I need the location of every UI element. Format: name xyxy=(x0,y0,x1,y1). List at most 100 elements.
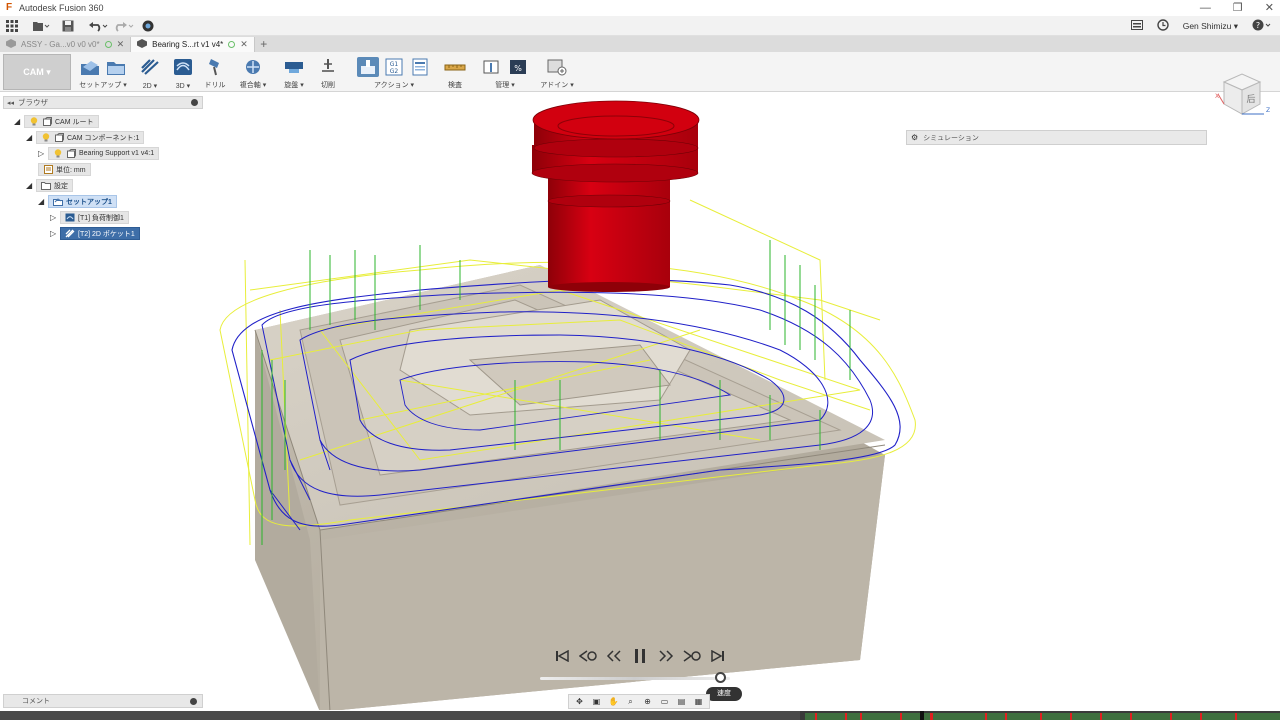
expand-triangle-icon[interactable]: ▷ xyxy=(50,229,60,238)
skip-to-start-icon[interactable] xyxy=(552,646,572,666)
tree-node-operation-t2[interactable]: [T2] 2D ポケット1 xyxy=(60,227,140,240)
collapse-panel-icon[interactable]: ◂◂ xyxy=(7,99,14,107)
step-forward-icon[interactable] xyxy=(656,646,676,666)
next-operation-icon[interactable] xyxy=(682,646,702,666)
user-account-menu[interactable]: Gen Shimizu ▾ xyxy=(1183,21,1238,32)
multi-axis-icon[interactable] xyxy=(242,57,264,77)
expand-triangle-icon[interactable]: ▷ xyxy=(50,213,60,222)
close-window-button[interactable]: ✕ xyxy=(1265,0,1274,16)
close-tab-icon[interactable]: ✕ xyxy=(240,39,248,50)
tree-row-units[interactable]: 単位: mm xyxy=(38,163,91,176)
speed-slider-handle[interactable] xyxy=(715,672,726,683)
add-ins-icon[interactable] xyxy=(546,57,568,77)
collapse-triangle-icon[interactable]: ◢ xyxy=(26,181,36,190)
redo-icon[interactable] xyxy=(114,17,134,35)
workspace-switcher-button[interactable]: CAM ▾ xyxy=(3,54,71,90)
manage-group[interactable]: % 管理 ▾ xyxy=(476,56,534,90)
skip-to-end-icon[interactable] xyxy=(708,646,728,666)
pan-hand-icon[interactable]: ✋ xyxy=(606,695,621,708)
actions-group[interactable]: G1 G2 アクション ▾ xyxy=(351,56,437,90)
multi-axis-group[interactable]: 複合軸 ▾ xyxy=(238,56,268,90)
drill-icon[interactable] xyxy=(204,57,226,77)
job-status-icon[interactable] xyxy=(1130,19,1143,33)
collapse-triangle-icon[interactable]: ◢ xyxy=(38,197,48,206)
fusion-logo-icon: F xyxy=(5,2,13,13)
cutting-icon[interactable] xyxy=(317,57,339,77)
ribbon-label: ドリル xyxy=(204,82,226,89)
setup-sheet-icon[interactable] xyxy=(409,57,431,77)
speed-slider-track[interactable] xyxy=(540,677,730,680)
pause-icon[interactable] xyxy=(630,646,650,666)
operation-timeline-strip[interactable] xyxy=(0,711,1280,720)
expand-triangle-icon[interactable]: ▷ xyxy=(38,149,48,158)
lightbulb-icon[interactable] xyxy=(53,149,63,158)
measure-icon[interactable] xyxy=(444,57,466,77)
step-back-icon[interactable] xyxy=(604,646,624,666)
tree-row-setups[interactable]: ◢ 設定 xyxy=(26,179,73,192)
tree-row-operation-t2[interactable]: ▷ [T2] 2D ポケット1 xyxy=(50,227,140,240)
cutting-group[interactable]: 切削 xyxy=(316,56,340,90)
inspect-group[interactable]: 検査 xyxy=(443,56,467,90)
tool-library-icon[interactable] xyxy=(481,57,503,77)
tree-row-cam-component[interactable]: ◢ CAM コンポーネント:1 xyxy=(26,131,145,144)
grid-settings-icon[interactable]: ▤ xyxy=(674,695,689,708)
undo-icon[interactable] xyxy=(88,17,108,35)
3d-toolpath-icon[interactable] xyxy=(172,57,194,77)
tree-row-setup1[interactable]: ◢ セットアップ1 xyxy=(38,195,117,208)
collapse-triangle-icon[interactable]: ◢ xyxy=(26,133,36,142)
3d-viewport-canvas[interactable] xyxy=(205,92,1280,710)
save-icon[interactable] xyxy=(62,17,74,35)
help-icon[interactable]: ? xyxy=(1252,19,1272,34)
tree-node-bearing-support[interactable]: Bearing Support v1 v4:1 xyxy=(48,147,160,160)
ribbon-label: 旋盤 ▾ xyxy=(284,82,304,89)
minimize-button[interactable]: — xyxy=(1200,0,1211,16)
tree-row-operation-t1[interactable]: ▷ [T1] 負荷制御1 xyxy=(50,211,129,224)
add-ins-group[interactable]: アドイン ▾ xyxy=(540,56,574,90)
orbit-icon[interactable]: ✥ xyxy=(572,695,587,708)
tree-node-units[interactable]: 単位: mm xyxy=(38,163,91,176)
new-tab-button[interactable]: + xyxy=(255,37,273,52)
look-at-icon[interactable]: ▣ xyxy=(589,695,604,708)
lightbulb-icon[interactable] xyxy=(29,117,39,126)
tree-node-operation-t1[interactable]: [T1] 負荷制御1 xyxy=(60,211,129,224)
tree-row-cam-root[interactable]: ◢ CAM ルート xyxy=(14,115,99,128)
drill-group[interactable]: ドリル xyxy=(203,56,227,90)
setup-folder-icon[interactable] xyxy=(105,57,127,77)
setup-group[interactable]: セットアップ ▾ xyxy=(78,56,128,90)
ribbon-label: 検査 xyxy=(448,82,462,89)
app-grid-icon[interactable] xyxy=(6,17,18,35)
document-tab-assy[interactable]: ASSY - Ga...v0 v0 v0* ✕ xyxy=(0,37,130,52)
tree-row-bearing-support[interactable]: ▷ Bearing Support v1 v4:1 xyxy=(38,147,160,160)
restore-button[interactable]: ❐ xyxy=(1233,0,1243,16)
tree-node-setup1[interactable]: セットアップ1 xyxy=(48,195,117,208)
template-library-icon[interactable]: % xyxy=(507,57,529,77)
simulate-icon[interactable] xyxy=(357,57,379,77)
setup-icon[interactable] xyxy=(79,57,101,77)
collapse-triangle-icon[interactable]: ◢ xyxy=(14,117,24,126)
3d-group[interactable]: 3D ▾ xyxy=(171,56,195,90)
viewports-icon[interactable]: ▦ xyxy=(691,695,706,708)
browser-panel-header[interactable]: ◂◂ ブラウザ xyxy=(3,96,203,109)
panel-options-icon[interactable] xyxy=(191,99,198,106)
2d-toolpath-icon[interactable] xyxy=(139,57,161,77)
lightbulb-icon[interactable] xyxy=(41,133,51,142)
close-tab-icon[interactable]: ✕ xyxy=(117,39,125,50)
data-panel-icon[interactable] xyxy=(142,17,154,35)
fit-zoom-icon[interactable]: ⊕ xyxy=(640,695,655,708)
file-menu-icon[interactable] xyxy=(32,17,50,35)
toolbar-ribbon: CAM ▾ セットアップ ▾ 2D ▾ 3D ▾ ドリル 複合軸 ▾ 旋盤 ▾ … xyxy=(0,52,1280,92)
display-settings-icon[interactable]: ▭ xyxy=(657,695,672,708)
history-clock-icon[interactable] xyxy=(1157,18,1169,34)
turning-group[interactable]: 旋盤 ▾ xyxy=(282,56,306,90)
comments-panel-header[interactable]: コメント xyxy=(3,694,203,708)
post-process-g1g2-icon[interactable]: G1 G2 xyxy=(383,57,405,77)
turning-icon[interactable] xyxy=(283,57,305,77)
previous-operation-icon[interactable] xyxy=(578,646,598,666)
tree-node-cam-root[interactable]: CAM ルート xyxy=(24,115,99,128)
tree-node-cam-component[interactable]: CAM コンポーネント:1 xyxy=(36,131,145,144)
tree-node-setups[interactable]: 設定 xyxy=(36,179,73,192)
document-tab-bearing-support[interactable]: Bearing S...rt v1 v4* ✕ xyxy=(130,37,255,52)
panel-options-icon[interactable] xyxy=(190,698,197,705)
2d-group[interactable]: 2D ▾ xyxy=(138,56,162,90)
zoom-icon[interactable]: ⌕ xyxy=(623,695,638,708)
